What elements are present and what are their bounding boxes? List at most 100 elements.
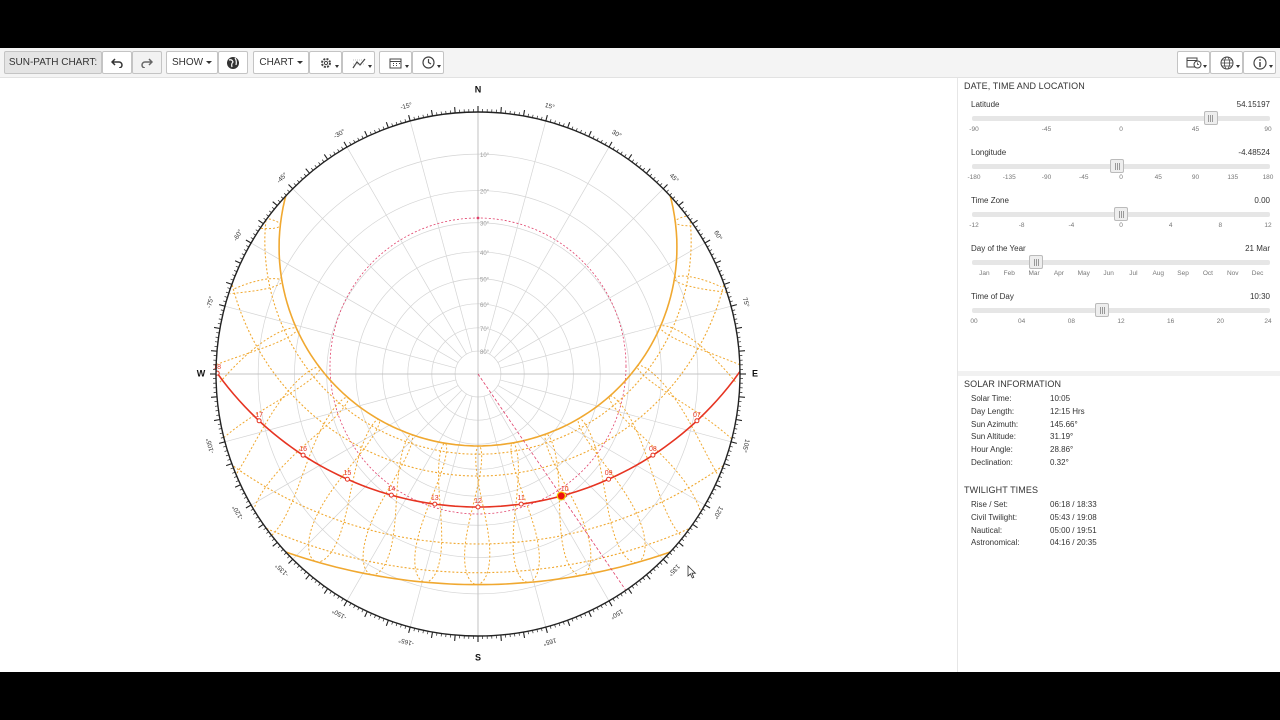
compass-tick (689, 217, 693, 221)
compass-tick (631, 159, 635, 163)
compass-tick (263, 527, 267, 531)
info-key: Solar Time: (971, 394, 1012, 403)
compass-tick (567, 620, 571, 627)
azimuth-spoke (483, 120, 547, 352)
compass-tick (271, 206, 275, 210)
current-sun-marker (556, 491, 566, 501)
compass-tick (297, 179, 300, 183)
show-menu-button[interactable]: SHOW (166, 51, 218, 74)
sun-path-chart-button[interactable]: SUN-PATH CHART: (4, 51, 102, 74)
compass-tick (692, 523, 698, 529)
compass-tick (303, 173, 307, 177)
azimuth-spoke (224, 305, 456, 369)
hour-marker (432, 501, 438, 507)
show-label: SHOW (171, 57, 204, 68)
slider-track[interactable] (972, 116, 1270, 121)
compass-tick (300, 568, 303, 572)
compass-tick (280, 549, 284, 552)
slider-tick-label: 90 (1191, 174, 1200, 181)
compass-tick (672, 196, 676, 199)
settings-button[interactable] (309, 51, 342, 74)
compass-tick (341, 598, 344, 602)
slider-tick-label: -4 (1068, 222, 1075, 229)
hour-label: 17 (255, 412, 263, 419)
slider-tick-label: 24 (1264, 318, 1272, 325)
compass-tick (687, 531, 690, 534)
hour-label: 13 (431, 495, 439, 502)
compass-tick (656, 179, 659, 183)
slider-track[interactable] (972, 260, 1270, 265)
chart-menu-button[interactable]: CHART (253, 51, 309, 74)
hour-marker (300, 452, 306, 458)
globe-button[interactable] (218, 51, 248, 74)
azimuth-label: -135° (273, 561, 290, 578)
time-button[interactable] (412, 51, 444, 74)
slider-thumb[interactable] (1095, 303, 1110, 317)
info-value: 10:05 (1050, 394, 1071, 403)
compass-tick (318, 162, 321, 165)
slider-tick-label: Jul (1129, 270, 1138, 277)
slider-tick-label: Feb (1003, 270, 1015, 277)
hour-analemma (414, 442, 448, 583)
slider-thumb[interactable] (1110, 159, 1125, 173)
compass-tick (678, 541, 684, 547)
compass-tick (385, 121, 389, 128)
compass-tick (255, 516, 259, 519)
sun-path-chart[interactable]: 10° 20° 30° 40° 50° 60° 70° 80° 18 17 16 15 14 13 12 11… (0, 78, 957, 672)
compass-tick (333, 593, 336, 597)
compass-tick (672, 549, 676, 552)
compass-tick (702, 237, 706, 240)
compass-tick (218, 304, 226, 307)
hour-marker (606, 476, 612, 482)
azimuth-spoke (250, 242, 459, 363)
slider-thumb[interactable] (1029, 255, 1044, 269)
compass-tick (408, 114, 411, 122)
azimuth-spoke (292, 188, 463, 359)
azimuth-spoke (409, 396, 473, 628)
slider-thumb[interactable] (1114, 207, 1128, 221)
slider-track[interactable] (972, 308, 1270, 313)
undo-icon (111, 57, 123, 68)
azimuth-label: 120° (711, 505, 725, 521)
location-section-title: DATE, TIME AND LOCATION (964, 81, 1085, 91)
slider-tick-label: 0 (1119, 126, 1123, 133)
compass-tick (225, 281, 232, 285)
slider-value: 21 Mar (1245, 244, 1270, 253)
compass-tick (323, 588, 329, 594)
undo-button[interactable] (102, 51, 132, 74)
slider-tick-label: Sep (1177, 270, 1189, 277)
compass-tick (666, 555, 669, 559)
slider-thumb[interactable] (1203, 111, 1218, 125)
redo-button[interactable] (132, 51, 162, 74)
compass-tick (620, 151, 623, 155)
compass-tick (303, 571, 307, 575)
azimuth-label: -75° (205, 295, 216, 309)
azimuth-label: 45° (668, 172, 681, 185)
compass-tick (213, 326, 221, 330)
hour-label: 18 (213, 364, 221, 371)
info-button[interactable] (1243, 51, 1276, 74)
compass-tick (266, 214, 269, 217)
sun-path-chart-area[interactable]: 10° 20° 30° 40° 50° 60° 70° 80° 18 17 16 15 14 13 12 11… (0, 78, 957, 672)
hour-analemma (362, 434, 414, 576)
slider-tick-label: Jun (1103, 270, 1114, 277)
solar-section-title: SOLAR INFORMATION (964, 379, 1062, 389)
compass-tick (293, 562, 297, 565)
slider-tick-label: Mar (1028, 270, 1040, 277)
chart-style-button[interactable] (342, 51, 375, 74)
azimuth-label: 30° (610, 128, 623, 140)
compass-tick (430, 109, 434, 117)
location-settings-button[interactable] (1210, 51, 1243, 74)
info-key: Civil Twilight: (971, 512, 1018, 522)
slider-tick-label: 12 (1117, 318, 1125, 325)
hour-label: 11 (518, 495, 525, 502)
hour-label: 15 (344, 470, 352, 477)
compass-tick (321, 159, 325, 163)
info-icon (1252, 55, 1267, 70)
date-button[interactable] (379, 51, 412, 74)
compass-tick (293, 183, 297, 186)
azimuth-spoke (489, 146, 610, 355)
compass-tick (277, 545, 281, 549)
date-time-settings-button[interactable] (1177, 51, 1210, 74)
azimuth-label: -60° (231, 228, 244, 243)
